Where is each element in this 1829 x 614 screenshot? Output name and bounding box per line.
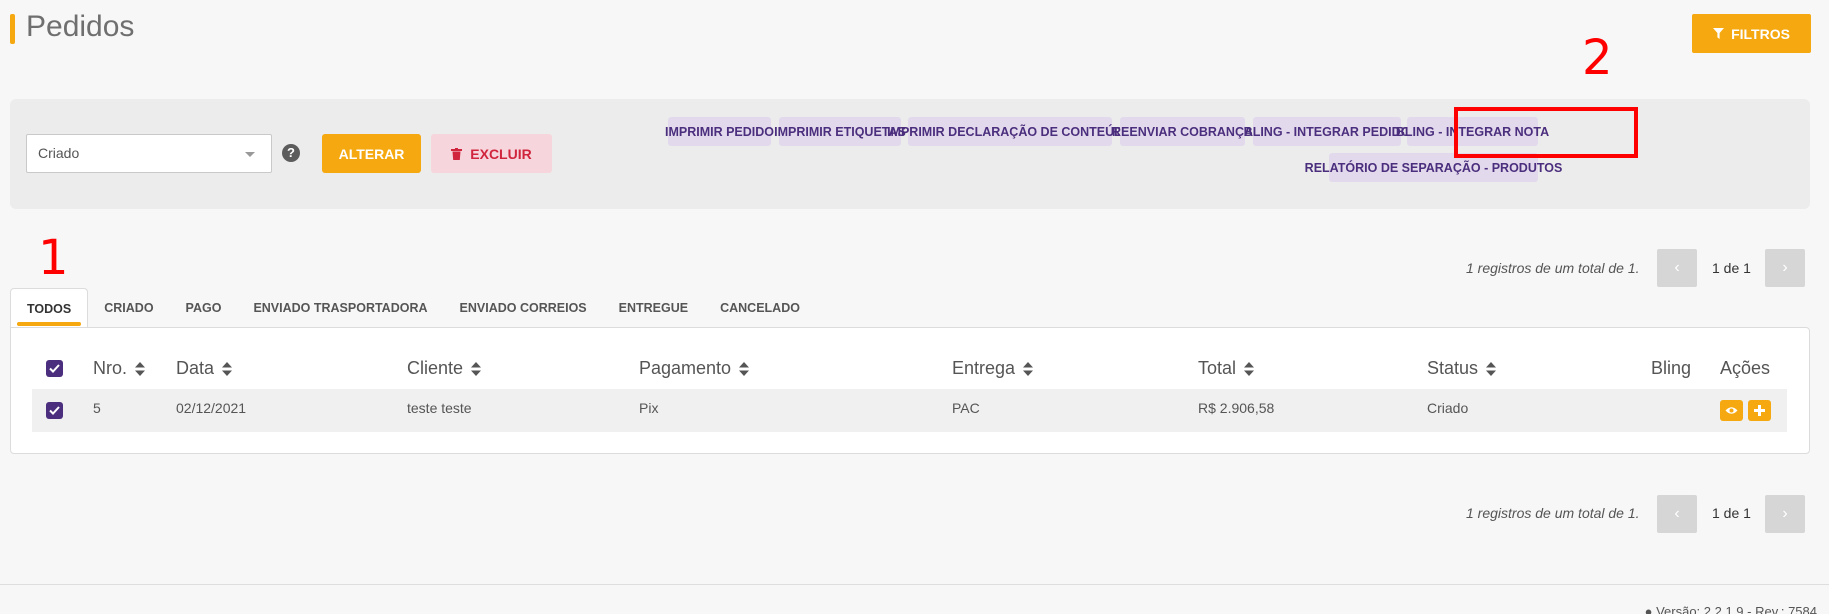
plus-icon <box>1754 405 1765 416</box>
eye-icon <box>1725 407 1738 414</box>
help-icon[interactable]: ? <box>282 144 300 162</box>
column-header-status[interactable]: Status <box>1427 358 1497 379</box>
pagination-page-bottom: 1 de 1 <box>1712 505 1751 521</box>
pagination-next-bottom[interactable]: › <box>1765 495 1805 533</box>
column-header-pagamento[interactable]: Pagamento <box>639 358 750 379</box>
excluir-label: EXCLUIR <box>470 145 532 162</box>
filters-button[interactable]: FILTROS <box>1692 14 1811 53</box>
table-row[interactable] <box>32 389 1787 432</box>
cell-entrega: PAC <box>952 400 980 416</box>
tab-todos[interactable]: TODOS <box>10 288 89 328</box>
pagination-prev-top[interactable]: ‹ <box>1657 249 1697 287</box>
select-all-checkbox[interactable] <box>46 360 63 377</box>
sort-icon <box>739 361 750 376</box>
sort-icon <box>471 361 482 376</box>
column-header-bling: Bling <box>1651 358 1692 378</box>
imprimir-etiquetas-button[interactable]: IMPRIMIR ETIQUETAS <box>774 117 906 146</box>
title-accent-bar <box>10 14 15 44</box>
excluir-button[interactable]: EXCLUIR <box>431 134 552 173</box>
cell-data: 02/12/2021 <box>176 400 247 416</box>
pagination-info-bottom: 1 registros de um total de 1. <box>1466 505 1640 521</box>
pagination-info-top: 1 registros de um total de 1. <box>1466 260 1640 276</box>
version-info: ● Versão: 2.2.1.9 - Rev.: 7584 <box>1645 604 1817 614</box>
status-select-value: Criado <box>38 145 80 161</box>
sort-icon <box>1486 361 1497 376</box>
sort-icon <box>135 361 146 376</box>
column-header-data[interactable]: Data <box>176 358 233 379</box>
page-title: Pedidos <box>26 10 135 43</box>
column-header-acoes: Ações <box>1720 358 1771 378</box>
tab-criado[interactable]: CRIADO <box>88 288 169 328</box>
pagination-page-top: 1 de 1 <box>1712 260 1751 276</box>
cell-status: Criado <box>1427 400 1469 416</box>
annotation-highlight-bling-pedido <box>1454 107 1638 158</box>
imprimir-pedido-button[interactable]: IMPRIMIR PEDIDO <box>665 117 774 146</box>
alterar-button[interactable]: ALTERAR <box>322 134 421 173</box>
status-tabs: TODOS CRIADO PAGO ENVIADO TRASPORTADORA … <box>10 288 816 328</box>
imprimir-declaracao-button[interactable]: IMPRIMIR DECLARAÇÃO DE CONTEÚDO <box>887 117 1133 146</box>
column-header-entrega[interactable]: Entrega <box>952 358 1034 379</box>
cell-pagamento: Pix <box>639 400 659 416</box>
sort-icon <box>222 361 233 376</box>
status-select[interactable]: Criado <box>26 134 272 173</box>
pagination-next-top[interactable]: › <box>1765 249 1805 287</box>
annotation-number-two: 2 <box>1582 30 1613 86</box>
column-header-cliente[interactable]: Cliente <box>407 358 482 379</box>
footer-divider <box>0 584 1829 585</box>
add-order-button[interactable] <box>1748 400 1771 421</box>
view-order-button[interactable] <box>1720 400 1743 421</box>
cell-total: R$ 2.906,58 <box>1198 400 1275 416</box>
pagination-prev-bottom[interactable]: ‹ <box>1657 495 1697 533</box>
tab-enviado-trasportadora[interactable]: ENVIADO TRASPORTADORA <box>237 288 443 328</box>
tab-pago[interactable]: PAGO <box>170 288 238 328</box>
cell-nro: 5 <box>93 400 101 416</box>
bling-integrar-pedido-button[interactable]: BLING - INTEGRAR PEDIDO <box>1244 117 1410 146</box>
version-text: Versão: 2.2.1.9 - Rev.: 7584 <box>1656 604 1817 614</box>
check-icon <box>49 364 60 373</box>
tab-entregue[interactable]: ENTREGUE <box>603 288 704 328</box>
tab-cancelado[interactable]: CANCELADO <box>704 288 816 328</box>
annotation-number-one: 1 <box>38 230 69 286</box>
sort-icon <box>1023 361 1034 376</box>
info-icon: ● <box>1644 604 1653 614</box>
reenviar-cobranca-button[interactable]: REENVIAR COBRANÇA <box>1112 117 1253 146</box>
sort-icon <box>1244 361 1255 376</box>
row-checkbox[interactable] <box>46 402 63 419</box>
check-icon <box>49 406 60 415</box>
trash-icon <box>451 147 463 160</box>
column-header-nro[interactable]: Nro. <box>93 358 146 379</box>
filter-icon <box>1713 28 1725 39</box>
tab-enviado-correios[interactable]: ENVIADO CORREIOS <box>444 288 603 328</box>
filters-label: FILTROS <box>1731 25 1790 42</box>
column-header-total[interactable]: Total <box>1198 358 1255 379</box>
cell-cliente: teste teste <box>407 400 472 416</box>
chevron-down-icon <box>245 152 255 157</box>
